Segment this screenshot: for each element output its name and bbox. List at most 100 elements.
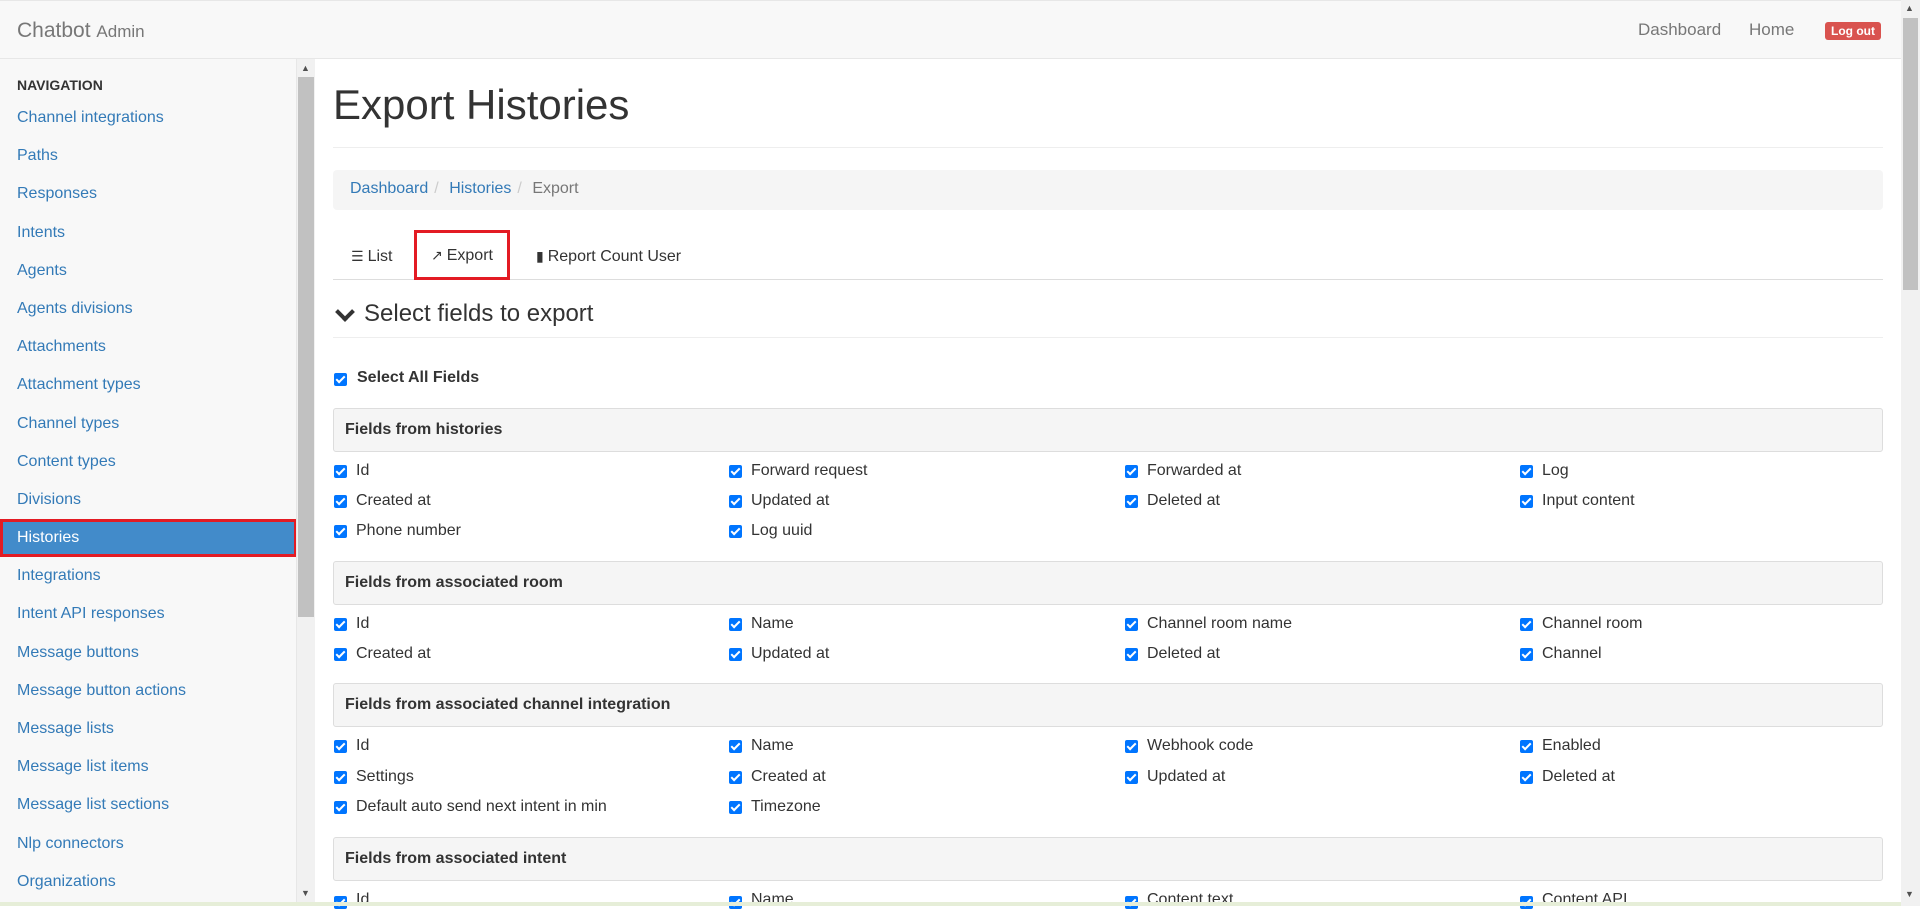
page-scroll-up-icon[interactable]: ▲ — [1905, 3, 1914, 13]
field-checkbox[interactable] — [1125, 495, 1138, 508]
page-scrollbar-thumb[interactable] — [1903, 18, 1918, 290]
logout-button[interactable]: Log out — [1825, 22, 1881, 40]
field-label: Created at — [751, 768, 826, 785]
field-checkbox[interactable] — [729, 801, 742, 814]
field-checkbox[interactable] — [1520, 495, 1533, 508]
brand[interactable]: Chatbot Admin — [17, 19, 145, 43]
sidebar-item-intents[interactable]: Intents — [0, 214, 296, 252]
breadcrumb-dashboard-link[interactable]: Dashboard — [350, 180, 428, 197]
field-checkbox[interactable] — [729, 771, 742, 784]
nav-home-link[interactable]: Home — [1749, 20, 1794, 40]
sidebar-scroll-up-icon[interactable]: ▲ — [301, 63, 310, 73]
sidebar-item-channel-integrations[interactable]: Channel integrations — [0, 99, 296, 137]
field-checkbox[interactable] — [1125, 771, 1138, 784]
sidebar-item-message-list-items[interactable]: Message list items — [0, 748, 296, 786]
title-divider — [333, 147, 1883, 148]
sidebar-heading: NAVIGATION — [17, 77, 103, 93]
page-scroll-down-icon[interactable]: ▼ — [1905, 889, 1914, 899]
field-label: Webhook code — [1147, 737, 1254, 754]
field-label: Updated at — [751, 492, 830, 509]
field-checkbox[interactable] — [729, 740, 742, 753]
chevron-down-icon — [335, 301, 355, 322]
field-label: Channel room name — [1147, 615, 1292, 632]
sidebar-item-attachments[interactable]: Attachments — [0, 328, 296, 366]
field-checkbox[interactable] — [334, 618, 347, 631]
sidebar-item-divisions[interactable]: Divisions — [0, 481, 296, 519]
breadcrumb-histories-link[interactable]: Histories — [449, 180, 511, 197]
sidebar-item-nlp-connectors[interactable]: Nlp connectors — [0, 825, 296, 863]
group-header-histories: Fields from histories — [333, 408, 1883, 452]
field-label: Channel room — [1542, 615, 1643, 632]
field-label: Deleted at — [1147, 492, 1220, 509]
group-header-intent: Fields from associated intent — [333, 837, 1883, 881]
field-label: Log — [1542, 462, 1569, 479]
select-all-label: Select All Fields — [357, 369, 480, 386]
sidebar-item-agents-divisions[interactable]: Agents divisions — [0, 290, 296, 328]
field-checkbox[interactable] — [729, 618, 742, 631]
field-checkbox[interactable] — [1520, 740, 1533, 753]
sidebar-scroll-down-icon[interactable]: ▼ — [301, 888, 310, 898]
field-label: Forwarded at — [1147, 462, 1242, 479]
field-label: Enabled — [1542, 737, 1601, 754]
sidebar-item-message-buttons[interactable]: Message buttons — [0, 634, 296, 672]
sidebar-item-message-button-actions[interactable]: Message button actions — [0, 672, 296, 710]
group-header-room: Fields from associated room — [333, 561, 1883, 605]
field-label: Updated at — [751, 645, 830, 662]
field-label: Name — [751, 891, 794, 908]
field-checkbox[interactable] — [1520, 618, 1533, 631]
select-all-checkbox[interactable] — [334, 373, 347, 386]
action-tabs: ☰ List ↗ Export ▮ Report Count User — [333, 230, 1883, 280]
sidebar: NAVIGATION Channel integrations Paths Re… — [0, 59, 297, 906]
sidebar-item-message-lists[interactable]: Message lists — [0, 710, 296, 748]
field-checkbox[interactable] — [729, 648, 742, 661]
breadcrumb: Dashboard / Histories / Export — [333, 170, 1883, 210]
sidebar-item-integrations[interactable]: Integrations — [0, 557, 296, 595]
field-checkbox[interactable] — [1520, 648, 1533, 661]
field-label: Id — [356, 462, 370, 479]
field-checkbox[interactable] — [1125, 465, 1138, 478]
sidebar-item-responses[interactable]: Responses — [0, 175, 296, 213]
tab-export[interactable]: ↗ Export — [414, 230, 510, 280]
sidebar-item-content-types[interactable]: Content types — [0, 443, 296, 481]
sidebar-scrollbar-thumb[interactable] — [298, 77, 314, 617]
field-checkbox[interactable] — [1125, 618, 1138, 631]
field-label: Phone number — [356, 522, 461, 539]
field-checkbox[interactable] — [729, 525, 742, 538]
field-checkbox[interactable] — [1520, 771, 1533, 784]
field-checkbox[interactable] — [334, 771, 347, 784]
sidebar-item-attachment-types[interactable]: Attachment types — [0, 366, 296, 404]
field-checkbox[interactable] — [334, 495, 347, 508]
field-checkbox[interactable] — [334, 801, 347, 814]
sidebar-item-agents[interactable]: Agents — [0, 252, 296, 290]
field-checkbox[interactable] — [334, 648, 347, 661]
nav-dashboard-link[interactable]: Dashboard — [1638, 20, 1721, 40]
field-label: Settings — [356, 768, 414, 785]
tab-list-label: List — [367, 248, 393, 265]
field-checkbox[interactable] — [334, 740, 347, 753]
sidebar-item-intent-api-responses[interactable]: Intent API responses — [0, 595, 296, 633]
tab-report-count-user[interactable]: ▮ Report Count User — [536, 230, 681, 280]
sidebar-nav-list: Channel integrations Paths Responses Int… — [0, 99, 296, 901]
field-checkbox[interactable] — [334, 465, 347, 478]
field-label: Deleted at — [1147, 645, 1220, 662]
tab-list[interactable]: ☰ List — [351, 230, 392, 280]
list-icon: ☰ — [351, 248, 364, 264]
tab-report-label: Report Count User — [547, 248, 682, 265]
tab-export-label: Export — [446, 247, 493, 264]
sidebar-item-channel-types[interactable]: Channel types — [0, 405, 296, 443]
share-icon: ↗ — [431, 247, 443, 263]
field-checkbox[interactable] — [1125, 648, 1138, 661]
field-checkbox[interactable] — [1520, 465, 1533, 478]
sidebar-item-paths[interactable]: Paths — [0, 137, 296, 175]
sidebar-item-organizations[interactable]: Organizations — [0, 863, 296, 901]
field-label: Content API — [1542, 891, 1628, 908]
select-fields-toggle[interactable]: Select fields to export — [333, 300, 1883, 338]
sidebar-item-message-list-sections[interactable]: Message list sections — [0, 786, 296, 824]
field-checkbox[interactable] — [334, 525, 347, 538]
field-checkbox[interactable] — [729, 495, 742, 508]
sidebar-item-histories[interactable]: Histories — [0, 519, 296, 558]
field-checkbox[interactable] — [729, 465, 742, 478]
page-title: Export Histories — [333, 81, 630, 128]
field-checkbox[interactable] — [1125, 740, 1138, 753]
top-navbar: Chatbot Admin Dashboard Home Log out — [0, 0, 1920, 59]
